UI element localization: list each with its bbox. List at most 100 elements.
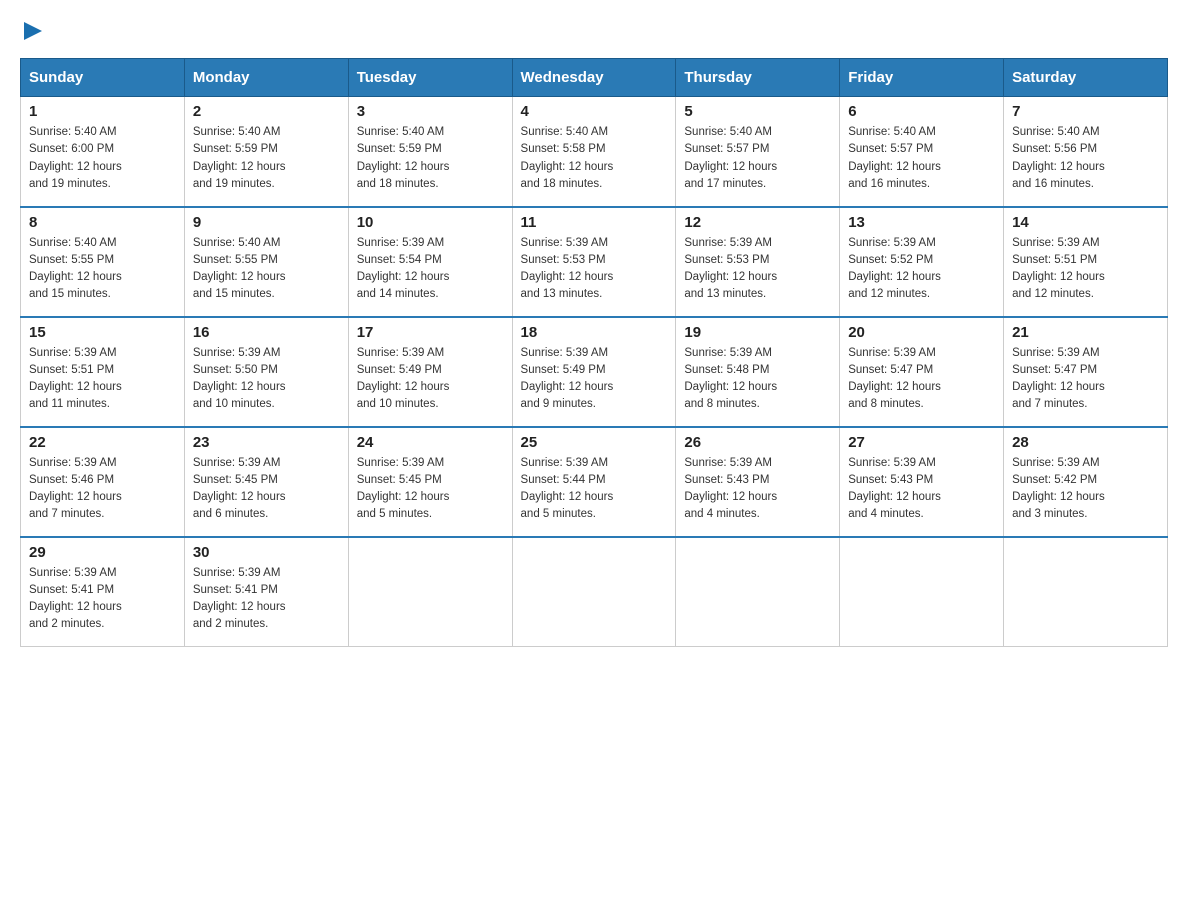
calendar-cell: 14 Sunrise: 5:39 AMSunset: 5:51 PMDayligh… <box>1004 207 1168 317</box>
calendar-cell: 13Sunrise: 5:39 AMSunset: 5:52 PMDayligh… <box>840 207 1004 317</box>
day-number: 8 <box>29 214 176 231</box>
calendar-cell: 26 Sunrise: 5:39 AMSunset: 5:43 PMDayligh… <box>676 427 840 537</box>
day-number: 18 <box>521 324 668 341</box>
day-info: Sunrise: 5:40 AMSunset: 5:55 PMDaylight:… <box>193 235 340 304</box>
day-number: 5 <box>684 103 831 120</box>
day-info: Sunrise: 5:39 AMSunset: 5:51 PMDaylight:… <box>1012 235 1159 304</box>
calendar-cell: 2Sunrise: 5:40 AMSunset: 5:59 PMDaylight… <box>184 97 348 207</box>
day-number: 22 <box>29 434 176 451</box>
day-info: Sunrise: 5:40 AMSunset: 6:00 PMDaylight:… <box>29 124 176 193</box>
day-number: 21 <box>1012 324 1159 341</box>
day-info: Sunrise: 5:39 AMSunset: 5:54 PMDaylight:… <box>357 235 504 304</box>
calendar-cell: 6 Sunrise: 5:40 AMSunset: 5:57 PMDaylight… <box>840 97 1004 207</box>
day-info: Sunrise: 5:39 AMSunset: 5:47 PMDaylight:… <box>1012 345 1159 414</box>
calendar-cell <box>840 537 1004 647</box>
day-number: 29 <box>29 544 176 561</box>
calendar-cell: 23 Sunrise: 5:39 AMSunset: 5:45 PMDayligh… <box>184 427 348 537</box>
calendar-cell: 15 Sunrise: 5:39 AMSunset: 5:51 PMDayligh… <box>21 317 185 427</box>
day-number: 2 <box>193 103 340 120</box>
day-info: Sunrise: 5:40 AMSunset: 5:55 PMDaylight:… <box>29 235 176 304</box>
day-number: 15 <box>29 324 176 341</box>
calendar-cell: 28 Sunrise: 5:39 AMSunset: 5:42 PMDayligh… <box>1004 427 1168 537</box>
day-info: Sunrise: 5:39 AMSunset: 5:45 PMDaylight:… <box>193 455 340 524</box>
day-info: Sunrise: 5:40 AMSunset: 5:57 PMDaylight:… <box>684 124 831 193</box>
day-number: 4 <box>521 103 668 120</box>
calendar-cell: 24Sunrise: 5:39 AMSunset: 5:45 PMDayligh… <box>348 427 512 537</box>
calendar-cell: 19 Sunrise: 5:39 AMSunset: 5:48 PMDayligh… <box>676 317 840 427</box>
calendar-cell: 17Sunrise: 5:39 AMSunset: 5:49 PMDayligh… <box>348 317 512 427</box>
week-row-4: 22 Sunrise: 5:39 AMSunset: 5:46 PMDayligh… <box>21 427 1168 537</box>
day-number: 10 <box>357 214 504 231</box>
day-number: 17 <box>357 324 504 341</box>
day-info: Sunrise: 5:40 AMSunset: 5:58 PMDaylight:… <box>521 124 668 193</box>
day-number: 26 <box>684 434 831 451</box>
logo-triangle-icon <box>22 20 44 42</box>
day-headers-row: SundayMondayTuesdayWednesdayThursdayFrid… <box>21 59 1168 97</box>
calendar-cell: 9 Sunrise: 5:40 AMSunset: 5:55 PMDaylight… <box>184 207 348 317</box>
calendar-cell: 18 Sunrise: 5:39 AMSunset: 5:49 PMDayligh… <box>512 317 676 427</box>
day-number: 16 <box>193 324 340 341</box>
day-info: Sunrise: 5:39 AMSunset: 5:53 PMDaylight:… <box>684 235 831 304</box>
week-row-5: 29 Sunrise: 5:39 AMSunset: 5:41 PMDayligh… <box>21 537 1168 647</box>
calendar-cell: 22 Sunrise: 5:39 AMSunset: 5:46 PMDayligh… <box>21 427 185 537</box>
day-number: 23 <box>193 434 340 451</box>
day-number: 1 <box>29 103 176 120</box>
day-info: Sunrise: 5:39 AMSunset: 5:44 PMDaylight:… <box>521 455 668 524</box>
day-info: Sunrise: 5:39 AMSunset: 5:43 PMDaylight:… <box>684 455 831 524</box>
day-info: Sunrise: 5:39 AMSunset: 5:49 PMDaylight:… <box>521 345 668 414</box>
day-number: 12 <box>684 214 831 231</box>
calendar-cell: 16 Sunrise: 5:39 AMSunset: 5:50 PMDayligh… <box>184 317 348 427</box>
calendar-cell: 27Sunrise: 5:39 AMSunset: 5:43 PMDayligh… <box>840 427 1004 537</box>
day-info: Sunrise: 5:40 AMSunset: 5:59 PMDaylight:… <box>357 124 504 193</box>
calendar-cell: 10 Sunrise: 5:39 AMSunset: 5:54 PMDayligh… <box>348 207 512 317</box>
day-number: 3 <box>357 103 504 120</box>
day-info: Sunrise: 5:39 AMSunset: 5:42 PMDaylight:… <box>1012 455 1159 524</box>
day-number: 24 <box>357 434 504 451</box>
day-info: Sunrise: 5:39 AMSunset: 5:41 PMDaylight:… <box>29 565 176 634</box>
calendar-cell: 7 Sunrise: 5:40 AMSunset: 5:56 PMDaylight… <box>1004 97 1168 207</box>
day-info: Sunrise: 5:39 AMSunset: 5:46 PMDaylight:… <box>29 455 176 524</box>
day-info: Sunrise: 5:39 AMSunset: 5:41 PMDaylight:… <box>193 565 340 634</box>
calendar-cell: 11Sunrise: 5:39 AMSunset: 5:53 PMDayligh… <box>512 207 676 317</box>
calendar-cell <box>1004 537 1168 647</box>
day-number: 27 <box>848 434 995 451</box>
day-info: Sunrise: 5:39 AMSunset: 5:47 PMDaylight:… <box>848 345 995 414</box>
logo <box>20 20 44 42</box>
day-number: 28 <box>1012 434 1159 451</box>
week-row-3: 15 Sunrise: 5:39 AMSunset: 5:51 PMDayligh… <box>21 317 1168 427</box>
calendar-cell: 4 Sunrise: 5:40 AMSunset: 5:58 PMDaylight… <box>512 97 676 207</box>
day-header-saturday: Saturday <box>1004 59 1168 97</box>
calendar-cell: 21 Sunrise: 5:39 AMSunset: 5:47 PMDayligh… <box>1004 317 1168 427</box>
day-header-thursday: Thursday <box>676 59 840 97</box>
day-info: Sunrise: 5:40 AMSunset: 5:57 PMDaylight:… <box>848 124 995 193</box>
calendar-cell: 25 Sunrise: 5:39 AMSunset: 5:44 PMDayligh… <box>512 427 676 537</box>
day-header-friday: Friday <box>840 59 1004 97</box>
day-number: 7 <box>1012 103 1159 120</box>
day-number: 6 <box>848 103 995 120</box>
day-header-sunday: Sunday <box>21 59 185 97</box>
calendar-cell: 30 Sunrise: 5:39 AMSunset: 5:41 PMDayligh… <box>184 537 348 647</box>
day-header-tuesday: Tuesday <box>348 59 512 97</box>
day-number: 14 <box>1012 214 1159 231</box>
calendar-cell: 12 Sunrise: 5:39 AMSunset: 5:53 PMDayligh… <box>676 207 840 317</box>
calendar-cell <box>676 537 840 647</box>
day-info: Sunrise: 5:39 AMSunset: 5:48 PMDaylight:… <box>684 345 831 414</box>
day-number: 9 <box>193 214 340 231</box>
day-number: 30 <box>193 544 340 561</box>
day-header-monday: Monday <box>184 59 348 97</box>
day-number: 13 <box>848 214 995 231</box>
day-number: 25 <box>521 434 668 451</box>
calendar-cell: 3 Sunrise: 5:40 AMSunset: 5:59 PMDaylight… <box>348 97 512 207</box>
day-info: Sunrise: 5:39 AMSunset: 5:50 PMDaylight:… <box>193 345 340 414</box>
day-number: 19 <box>684 324 831 341</box>
day-info: Sunrise: 5:39 AMSunset: 5:53 PMDaylight:… <box>521 235 668 304</box>
calendar-table: SundayMondayTuesdayWednesdayThursdayFrid… <box>20 58 1168 647</box>
calendar-cell: 1 Sunrise: 5:40 AMSunset: 6:00 PMDaylight… <box>21 97 185 207</box>
calendar-cell: 29 Sunrise: 5:39 AMSunset: 5:41 PMDayligh… <box>21 537 185 647</box>
day-info: Sunrise: 5:39 AMSunset: 5:51 PMDaylight:… <box>29 345 176 414</box>
day-header-wednesday: Wednesday <box>512 59 676 97</box>
calendar-cell <box>348 537 512 647</box>
day-info: Sunrise: 5:40 AMSunset: 5:56 PMDaylight:… <box>1012 124 1159 193</box>
page-header <box>20 20 1168 42</box>
calendar-cell: 20Sunrise: 5:39 AMSunset: 5:47 PMDayligh… <box>840 317 1004 427</box>
